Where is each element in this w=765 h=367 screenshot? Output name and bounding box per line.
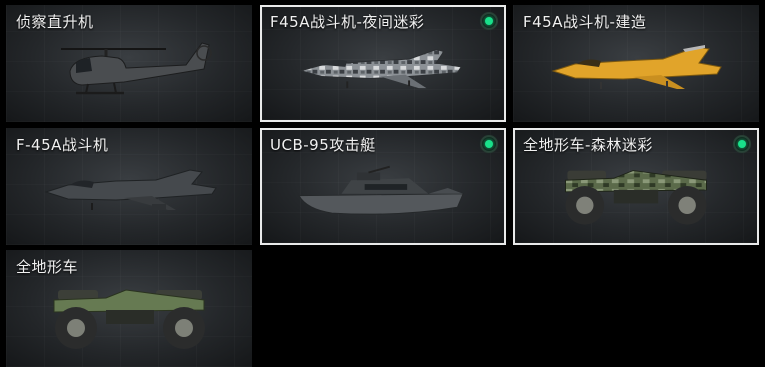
vehicle-name: 侦察直升机 (16, 13, 94, 31)
vehicle-card-f45a-build[interactable]: F45A战斗机-建造 (513, 5, 759, 122)
vehicle-card-atv-forest-camo[interactable]: 全地形车-森林迷彩 (513, 128, 759, 245)
owned-status-badge (480, 12, 498, 30)
vehicle-card-f45a-night-camo[interactable]: F45A战斗机-夜间迷彩 (260, 5, 506, 122)
vehicle-name: F-45A战斗机 (16, 136, 109, 154)
owned-status-badge (733, 135, 751, 153)
vehicle-name: F45A战斗机-夜间迷彩 (270, 13, 425, 31)
vehicle-card-scout-helicopter[interactable]: 侦察直升机 (6, 5, 252, 122)
vehicle-card-atv[interactable]: 全地形车 (6, 250, 252, 367)
vehicle-name: UCB-95攻击艇 (270, 136, 376, 154)
owned-status-badge (480, 135, 498, 153)
vehicle-card-ucb95-attack-boat[interactable]: UCB-95攻击艇 (260, 128, 506, 245)
vehicle-name: 全地形车-森林迷彩 (523, 136, 653, 154)
vehicle-name: F45A战斗机-建造 (523, 13, 647, 31)
vehicle-card-f45a[interactable]: F-45A战斗机 (6, 128, 252, 245)
vehicle-name: 全地形车 (16, 258, 79, 276)
